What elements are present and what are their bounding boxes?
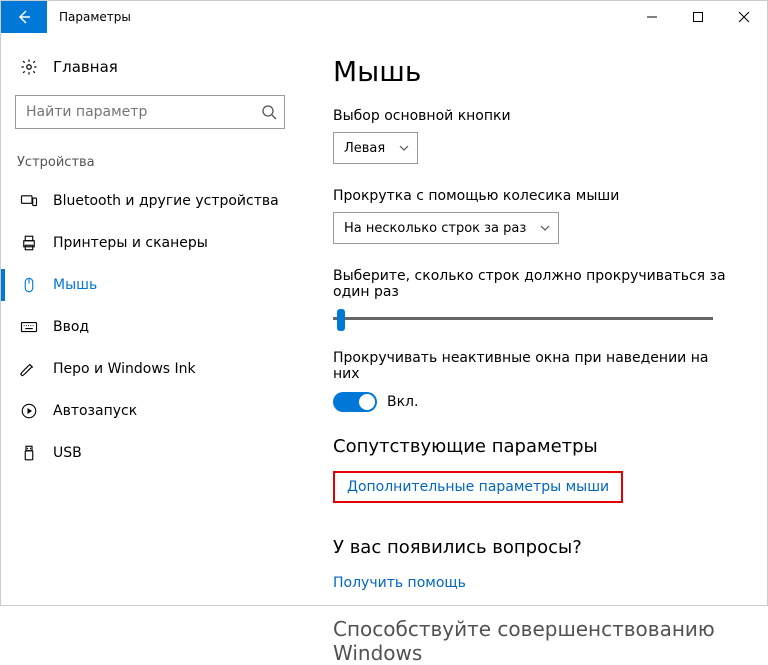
page-heading: Мышь [333, 55, 739, 88]
sidebar-item-label: Принтеры и сканеры [53, 235, 208, 251]
sidebar: Главная Устройства Bluetooth и другие ус… [1, 33, 299, 605]
sidebar-home[interactable]: Главная [15, 51, 285, 89]
sidebar-home-label: Главная [53, 58, 118, 76]
search-icon [261, 104, 277, 120]
scroll-mode-label: Прокрутка с помощью колесика мыши [333, 188, 739, 204]
window-title: Параметры [47, 1, 629, 33]
primary-button-label: Выбор основной кнопки [333, 108, 739, 124]
sidebar-item-usb[interactable]: USB [15, 432, 285, 474]
maximize-button[interactable] [675, 1, 721, 33]
sidebar-item-pen[interactable]: Перо и Windows Ink [15, 348, 285, 390]
sidebar-category-label: Устройства [15, 155, 285, 170]
devices-icon [19, 191, 39, 211]
lines-label: Выберите, сколько строк должно прокручив… [333, 268, 739, 300]
sidebar-item-label: Ввод [53, 319, 89, 335]
chevron-down-icon [399, 143, 409, 153]
primary-button-select[interactable]: Левая [333, 132, 418, 164]
close-icon [738, 11, 750, 23]
chevron-down-icon [540, 223, 550, 233]
inactive-scroll-toggle[interactable] [333, 392, 377, 412]
question-heading: У вас появились вопросы? [333, 537, 739, 558]
printer-icon [19, 233, 39, 253]
sidebar-item-label: Автозапуск [53, 403, 137, 419]
keyboard-icon [19, 317, 39, 337]
minimize-button[interactable] [629, 1, 675, 33]
sidebar-item-label: USB [53, 445, 82, 461]
usb-icon [19, 443, 39, 463]
autoplay-icon [19, 401, 39, 421]
inactive-scroll-label: Прокручивать неактивные окна при наведен… [333, 350, 739, 382]
sidebar-item-autoplay[interactable]: Автозапуск [15, 390, 285, 432]
sidebar-item-label: Мышь [53, 277, 97, 293]
pen-icon [19, 359, 39, 379]
sidebar-item-typing[interactable]: Ввод [15, 306, 285, 348]
close-button[interactable] [721, 1, 767, 33]
scroll-mode-select[interactable]: На несколько строк за раз [333, 212, 559, 244]
feedback-heading: Способствуйте совершенствованию Windows [333, 617, 739, 665]
sidebar-item-printers[interactable]: Принтеры и сканеры [15, 222, 285, 264]
sidebar-item-mouse[interactable]: Мышь [15, 264, 285, 306]
sidebar-item-label: Bluetooth и другие устройства [53, 193, 279, 209]
search-input[interactable] [15, 95, 285, 129]
sidebar-item-label: Перо и Windows Ink [53, 361, 196, 377]
maximize-icon [692, 11, 704, 23]
sidebar-item-bluetooth[interactable]: Bluetooth и другие устройства [15, 180, 285, 222]
slider-track [333, 317, 713, 320]
scroll-mode-value: На несколько строк за раз [344, 221, 526, 236]
inactive-scroll-state: Вкл. [387, 394, 418, 410]
related-heading: Сопутствующие параметры [333, 436, 739, 457]
search-wrap [15, 95, 285, 129]
lines-slider[interactable] [333, 308, 713, 328]
main-panel: Мышь Выбор основной кнопки Левая Прокрут… [299, 33, 767, 605]
arrow-left-icon [16, 9, 32, 25]
gear-icon [19, 57, 39, 77]
titlebar: Параметры [1, 1, 767, 33]
get-help-link[interactable]: Получить помощь [333, 575, 466, 591]
minimize-icon [646, 11, 658, 23]
primary-button-value: Левая [344, 141, 385, 156]
additional-mouse-options-link[interactable]: Дополнительные параметры мыши [333, 471, 623, 503]
slider-thumb[interactable] [337, 309, 345, 331]
mouse-icon [19, 275, 39, 295]
back-button[interactable] [1, 1, 47, 33]
